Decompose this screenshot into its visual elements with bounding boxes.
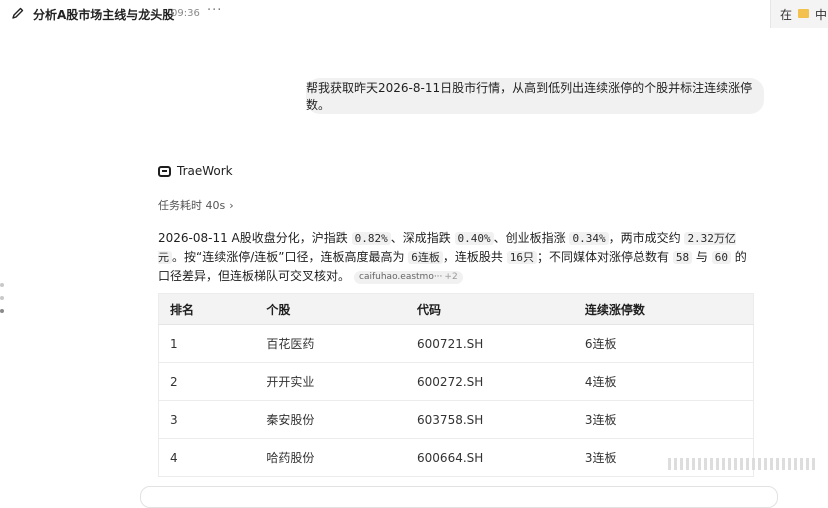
table-row: 3 秦安股份 603758.SH 3连板: [158, 400, 754, 439]
cell-stock: 开开实业: [255, 362, 407, 401]
inline-code: 60: [711, 251, 731, 264]
source-citation-chip[interactable]: caifuhao.eastmo··· +2: [354, 271, 463, 284]
cell-streak: 3连板: [573, 400, 754, 439]
cell-rank: 3: [158, 400, 256, 439]
summary-text: 2026-08-11 A股收盘分化，沪指跌: [158, 231, 352, 245]
agent-logo-icon: [158, 165, 171, 177]
cell-code: 600721.SH: [406, 324, 574, 363]
table-row: 1 百花医药 600721.SH 6连板: [158, 324, 754, 363]
table-header-row: 排名 个股 代码 连续涨停数: [158, 293, 754, 325]
inline-code: 0.34%: [569, 232, 609, 245]
scroll-dot: [0, 283, 4, 287]
source-more-count: +2: [444, 272, 458, 282]
cell-rank: 2: [158, 362, 256, 401]
column-header-code: 代码: [406, 293, 574, 325]
cell-rank: 1: [158, 324, 256, 363]
chat-input-box[interactable]: [140, 486, 778, 508]
inline-code: 58: [672, 251, 693, 264]
task-duration-toggle[interactable]: 任务耗时 40s ›: [158, 197, 234, 213]
cell-stock: 百花医药: [255, 324, 407, 363]
summary-text: ；不同媒体对涨停总数有: [537, 250, 673, 264]
source-citation-text: caifuhao.eastmo···: [359, 272, 443, 282]
summary-text: 、深成指跌: [390, 231, 455, 245]
inline-code: 0.82%: [351, 232, 391, 245]
scroll-dot: [0, 296, 4, 300]
conversation-time: 09:36: [171, 8, 200, 19]
summary-text: 。按“连续涨停/连板”口径，连板高度最高为: [172, 250, 409, 264]
cell-rank: 4: [158, 438, 256, 477]
scroll-dot-active: [0, 309, 4, 313]
table-row: 4 哈药股份 600664.SH 3连板: [158, 438, 754, 477]
column-header-stock: 个股: [255, 293, 407, 325]
limit-up-table: 排名 个股 代码 连续涨停数 1 百花医药 600721.SH 6连板 2 开开…: [158, 293, 754, 477]
summary-text: ，两市成交约: [608, 231, 685, 245]
scroll-indicator[interactable]: [0, 283, 4, 322]
side-panel-text-2: 中: [815, 8, 828, 22]
cell-streak: 6连板: [573, 324, 754, 363]
more-icon[interactable]: ···: [207, 3, 222, 18]
chevron-right-icon: ›: [229, 199, 234, 212]
side-panel-text: 在: [780, 8, 793, 22]
cell-stock: 哈药股份: [255, 438, 407, 477]
inline-code: 16只: [506, 251, 537, 264]
agent-name: TraeWork: [177, 164, 233, 178]
conversation-title: 分析A股市场主线与龙头股: [33, 8, 175, 22]
cell-streak: 4连板: [573, 362, 754, 401]
summary-text: 、创业板指涨: [493, 231, 570, 245]
cell-code: 600272.SH: [406, 362, 574, 401]
table-row: 2 开开实业 600272.SH 4连板: [158, 362, 754, 401]
agent-header: TraeWork: [158, 164, 233, 178]
inline-code: 6连板: [408, 251, 443, 264]
task-duration-text: 任务耗时 40s: [158, 199, 226, 212]
cell-code: 603758.SH: [406, 400, 574, 439]
user-message-text: 帮我获取昨天2026-8-11日股市行情，从高到低列出连续涨停的个股并标注连续涨…: [306, 81, 753, 112]
folder-icon: [798, 9, 809, 18]
title-bar: 分析A股市场主线与龙头股 09:36 ···: [0, 0, 828, 28]
side-panel-tab[interactable]: 在 中: [770, 0, 828, 28]
summary-text: ，连板股共: [442, 250, 507, 264]
column-header-streak: 连续涨停数: [573, 293, 754, 325]
agent-summary: 2026-08-11 A股收盘分化，沪指跌 0.82% 、深成指跌 0.40% 、创…: [158, 229, 758, 286]
column-header-rank: 排名: [158, 293, 256, 325]
cell-code: 600664.SH: [406, 438, 574, 477]
edit-icon[interactable]: [11, 6, 25, 20]
user-message-bubble: 帮我获取昨天2026-8-11日股市行情，从高到低列出连续涨停的个股并标注连续涨…: [306, 78, 764, 114]
summary-text: 与: [692, 250, 712, 264]
watermark-pattern: [668, 458, 818, 470]
inline-code: 0.40%: [454, 232, 494, 245]
cell-stock: 秦安股份: [255, 400, 407, 439]
